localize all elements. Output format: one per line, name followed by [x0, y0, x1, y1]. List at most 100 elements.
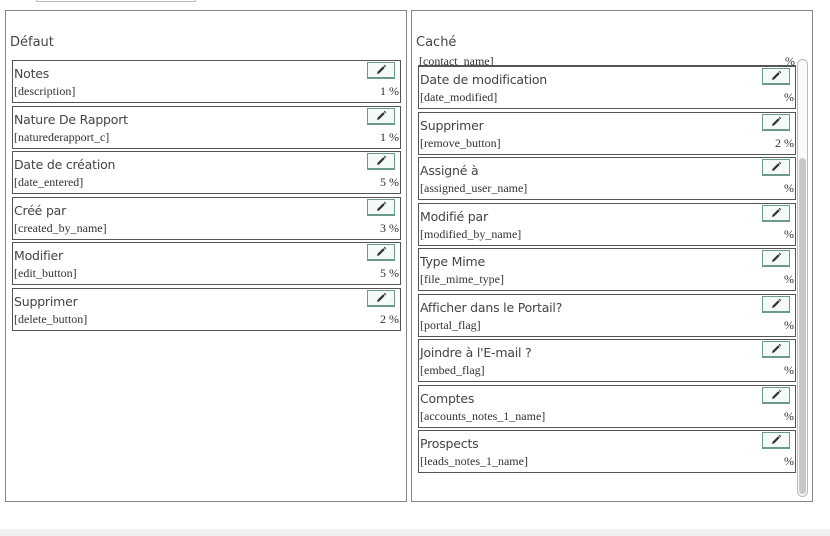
footer-bar: [0, 529, 830, 536]
edit-field-button[interactable]: [762, 159, 790, 176]
field-name: [date_modified]: [420, 90, 498, 104]
field-item[interactable]: Comptes [accounts_notes_1_name] %: [418, 384, 796, 428]
field-name: [description]: [14, 84, 76, 98]
edit-field-button[interactable]: [762, 295, 790, 313]
field-label: Nature De Rapport: [14, 111, 128, 127]
pencil-icon: [377, 110, 387, 120]
field-name: [naturederapport_c]: [14, 129, 110, 144]
field-name: [delete_button]: [14, 311, 88, 326]
field-width-pct: 2 %: [380, 311, 399, 326]
default-field-list: Notes [description] 1 % Nature De Rappor…: [12, 60, 401, 333]
field-width-pct: 5 %: [380, 266, 399, 280]
pencil-icon: [772, 252, 782, 262]
field-width-pct: %: [784, 226, 794, 241]
field-width-pct: 1 %: [380, 129, 399, 144]
field-label: Date de création: [14, 157, 116, 172]
field-label: Modifier: [14, 248, 63, 263]
field-label: Modifié par: [420, 208, 488, 224]
field-width-pct: %: [784, 317, 794, 332]
hidden-field-list: Date de modification [date_modified] % S…: [418, 66, 796, 476]
pencil-icon: [377, 292, 387, 302]
field-label: Notes: [14, 66, 50, 81]
field-width-pct: %: [784, 181, 794, 195]
pencil-icon: [772, 389, 782, 399]
field-item[interactable]: Créé par [created_by_name] 3 %: [12, 196, 401, 240]
hidden-panel-scrollbar[interactable]: [797, 59, 808, 497]
field-name: [portal_flag]: [420, 317, 481, 332]
field-name: [created_by_name]: [14, 220, 107, 235]
field-width-pct: %: [784, 454, 794, 468]
edit-field-button[interactable]: [367, 244, 395, 261]
field-width-pct: %: [784, 272, 794, 286]
field-name: [accounts_notes_1_name]: [420, 408, 546, 423]
pencil-icon: [772, 343, 782, 353]
field-label: Assigné à: [420, 163, 479, 178]
field-label: Type Mime: [420, 254, 486, 269]
field-width-pct: %: [784, 408, 794, 423]
field-width-pct: 5 %: [380, 175, 399, 189]
field-item[interactable]: Supprimer [delete_button] 2 %: [12, 287, 401, 331]
field-name: [modified_by_name]: [420, 226, 522, 241]
edit-field-button[interactable]: [762, 386, 790, 404]
field-width-pct: 2 %: [775, 135, 794, 150]
edit-field-button[interactable]: [762, 68, 790, 85]
field-name: [assigned_user_name]: [420, 181, 528, 195]
hidden-panel-title: Caché: [416, 35, 457, 50]
pencil-icon: [772, 70, 782, 80]
edit-field-button[interactable]: [367, 198, 395, 216]
field-item[interactable]: Notes [description] 1 %: [12, 60, 401, 103]
field-label: Afficher dans le Portail?: [420, 299, 563, 315]
field-width-pct: %: [784, 90, 794, 104]
edit-field-button[interactable]: [367, 62, 395, 79]
field-width-pct: %: [785, 55, 795, 66]
field-name: [edit_button]: [14, 266, 77, 280]
field-item[interactable]: Modifié par [modified_by_name] %: [418, 202, 796, 246]
pencil-icon: [377, 64, 387, 74]
field-width-pct: 3 %: [380, 220, 399, 235]
edit-field-button[interactable]: [367, 153, 395, 170]
field-name: [contact_name]: [419, 55, 494, 66]
edit-field-button[interactable]: [762, 432, 790, 449]
field-item[interactable]: Date de modification [date_modified] %: [418, 66, 796, 109]
pencil-icon: [772, 116, 782, 126]
field-item[interactable]: Prospects [leads_notes_1_name] %: [418, 430, 796, 473]
pencil-icon: [377, 246, 387, 256]
field-item[interactable]: Modifier [edit_button] 5 %: [12, 242, 401, 285]
edit-field-button[interactable]: [762, 341, 790, 358]
pencil-icon: [772, 298, 782, 308]
field-item[interactable]: Type Mime [file_mime_type] %: [418, 248, 796, 291]
default-panel: Défaut Notes [description] 1 % Nature De…: [5, 10, 407, 502]
field-name: [leads_notes_1_name]: [420, 454, 528, 468]
field-label: Joindre à l'E-mail ?: [420, 345, 532, 360]
scrollbar-thumb[interactable]: [799, 158, 806, 494]
field-label: Créé par: [14, 202, 67, 218]
edit-field-button[interactable]: [367, 107, 395, 125]
edit-field-button[interactable]: [762, 250, 790, 267]
partial-field-item[interactable]: [contact_name] %: [418, 55, 796, 66]
pencil-icon: [772, 161, 782, 171]
pencil-icon: [377, 155, 387, 165]
field-item[interactable]: Supprimer [remove_button] 2 %: [418, 111, 796, 155]
field-label: Supprimer: [14, 293, 78, 309]
edit-field-button[interactable]: [367, 289, 395, 307]
hidden-panel: Caché [contact_name] % Date de modificat…: [411, 10, 813, 502]
edit-field-button[interactable]: [762, 204, 790, 222]
field-label: Prospects: [420, 436, 479, 451]
field-name: [date_entered]: [14, 175, 84, 189]
field-width-pct: 1 %: [380, 84, 399, 98]
pencil-icon: [377, 201, 387, 211]
field-item[interactable]: Joindre à l'E-mail ? [embed_flag] %: [418, 339, 796, 382]
field-item[interactable]: Afficher dans le Portail? [portal_flag] …: [418, 293, 796, 337]
edit-field-button[interactable]: [762, 113, 790, 131]
field-label: Supprimer: [420, 117, 484, 133]
field-item[interactable]: Assigné à [assigned_user_name] %: [418, 157, 796, 200]
field-width-pct: %: [784, 363, 794, 377]
field-item[interactable]: Nature De Rapport [naturederapport_c] 1 …: [12, 105, 401, 149]
pencil-icon: [772, 434, 782, 444]
field-name: [remove_button]: [420, 135, 501, 150]
pencil-icon: [772, 207, 782, 217]
field-label: Comptes: [420, 390, 475, 406]
field-item[interactable]: Date de création [date_entered] 5 %: [12, 151, 401, 194]
field-label: Date de modification: [420, 72, 548, 87]
field-name: [embed_flag]: [420, 363, 485, 377]
